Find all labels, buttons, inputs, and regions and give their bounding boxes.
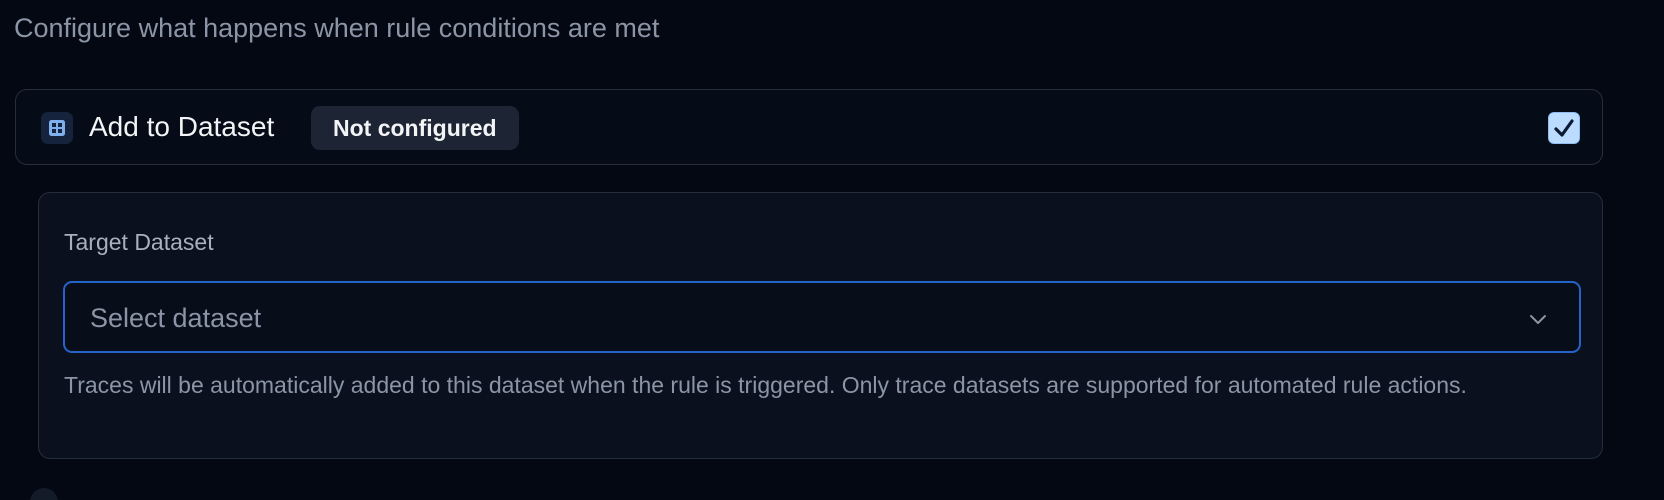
status-badge: Not configured: [311, 106, 519, 150]
target-dataset-label: Target Dataset: [64, 229, 214, 255]
enable-action-checkbox[interactable]: [1548, 112, 1580, 144]
action-title: Add to Dataset: [89, 111, 275, 142]
rule-actions-section: Configure what happens when rule conditi…: [0, 0, 1664, 500]
grid-icon: [41, 112, 73, 144]
dataset-config-panel: Target Dataset Select dataset Traces wil…: [38, 192, 1603, 459]
add-action-icon[interactable]: [30, 488, 58, 500]
check-icon: [1554, 119, 1574, 137]
chevron-down-icon: [1530, 315, 1546, 324]
dataset-help-text: Traces will be automatically added to th…: [64, 372, 1467, 398]
select-value: Select dataset: [90, 303, 262, 333]
add-to-dataset-action-card: Add to Dataset Not configured: [15, 89, 1603, 165]
target-dataset-select[interactable]: Select dataset: [63, 281, 1581, 353]
section-subtitle: Configure what happens when rule conditi…: [14, 13, 660, 43]
